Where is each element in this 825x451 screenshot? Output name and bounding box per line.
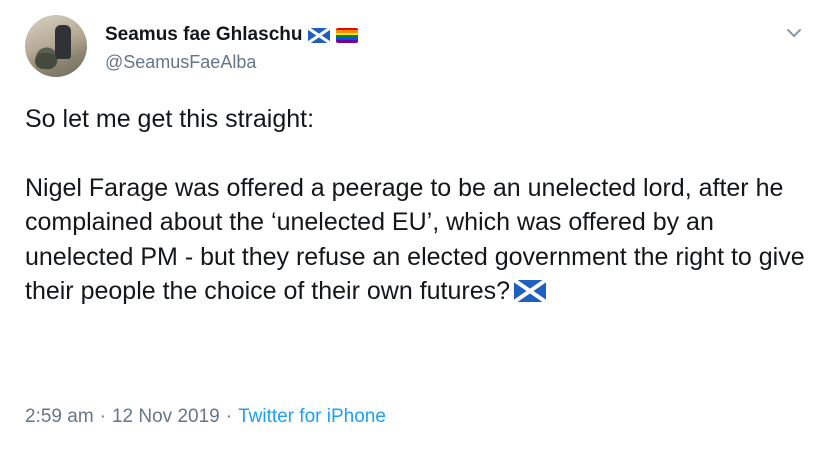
meta-separator: · bbox=[225, 406, 233, 427]
scotland-flag-icon bbox=[514, 280, 547, 302]
tweet-card: Seamus fae Ghlaschu @SeamusFaeAlba So le… bbox=[0, 0, 825, 451]
tweet-time[interactable]: 2:59 am bbox=[25, 406, 94, 428]
meta-separator: · bbox=[99, 406, 106, 427]
tweet-text-line-1: So let me get this straight: bbox=[25, 105, 315, 133]
avatar-figure-secondary bbox=[35, 53, 57, 69]
author-name[interactable]: Seamus fae Ghlaschu bbox=[105, 24, 302, 46]
chevron-down-icon[interactable] bbox=[783, 22, 805, 44]
avatar-figure bbox=[55, 25, 71, 59]
tweet-text-paragraph-2: Nigel Farage was offered a peerage to be… bbox=[25, 171, 805, 309]
tweet-date[interactable]: 12 Nov 2019 bbox=[112, 406, 220, 428]
tweet-source-link[interactable]: Twitter for iPhone bbox=[238, 406, 386, 428]
author-name-row[interactable]: Seamus fae Ghlaschu bbox=[105, 24, 359, 46]
avatar[interactable] bbox=[25, 15, 87, 77]
tweet-meta: 2:59 am · 12 Nov 2019 · Twitter for iPho… bbox=[25, 406, 386, 428]
tweet-text-paragraph-2-body: Nigel Farage was offered a peerage to be… bbox=[25, 173, 805, 306]
tweet-text: So let me get this straight: Nigel Farag… bbox=[25, 102, 805, 309]
scotland-flag-icon bbox=[308, 27, 331, 43]
author-handle[interactable]: @SeamusFaeAlba bbox=[105, 52, 256, 73]
rainbow-flag-icon bbox=[336, 27, 359, 43]
